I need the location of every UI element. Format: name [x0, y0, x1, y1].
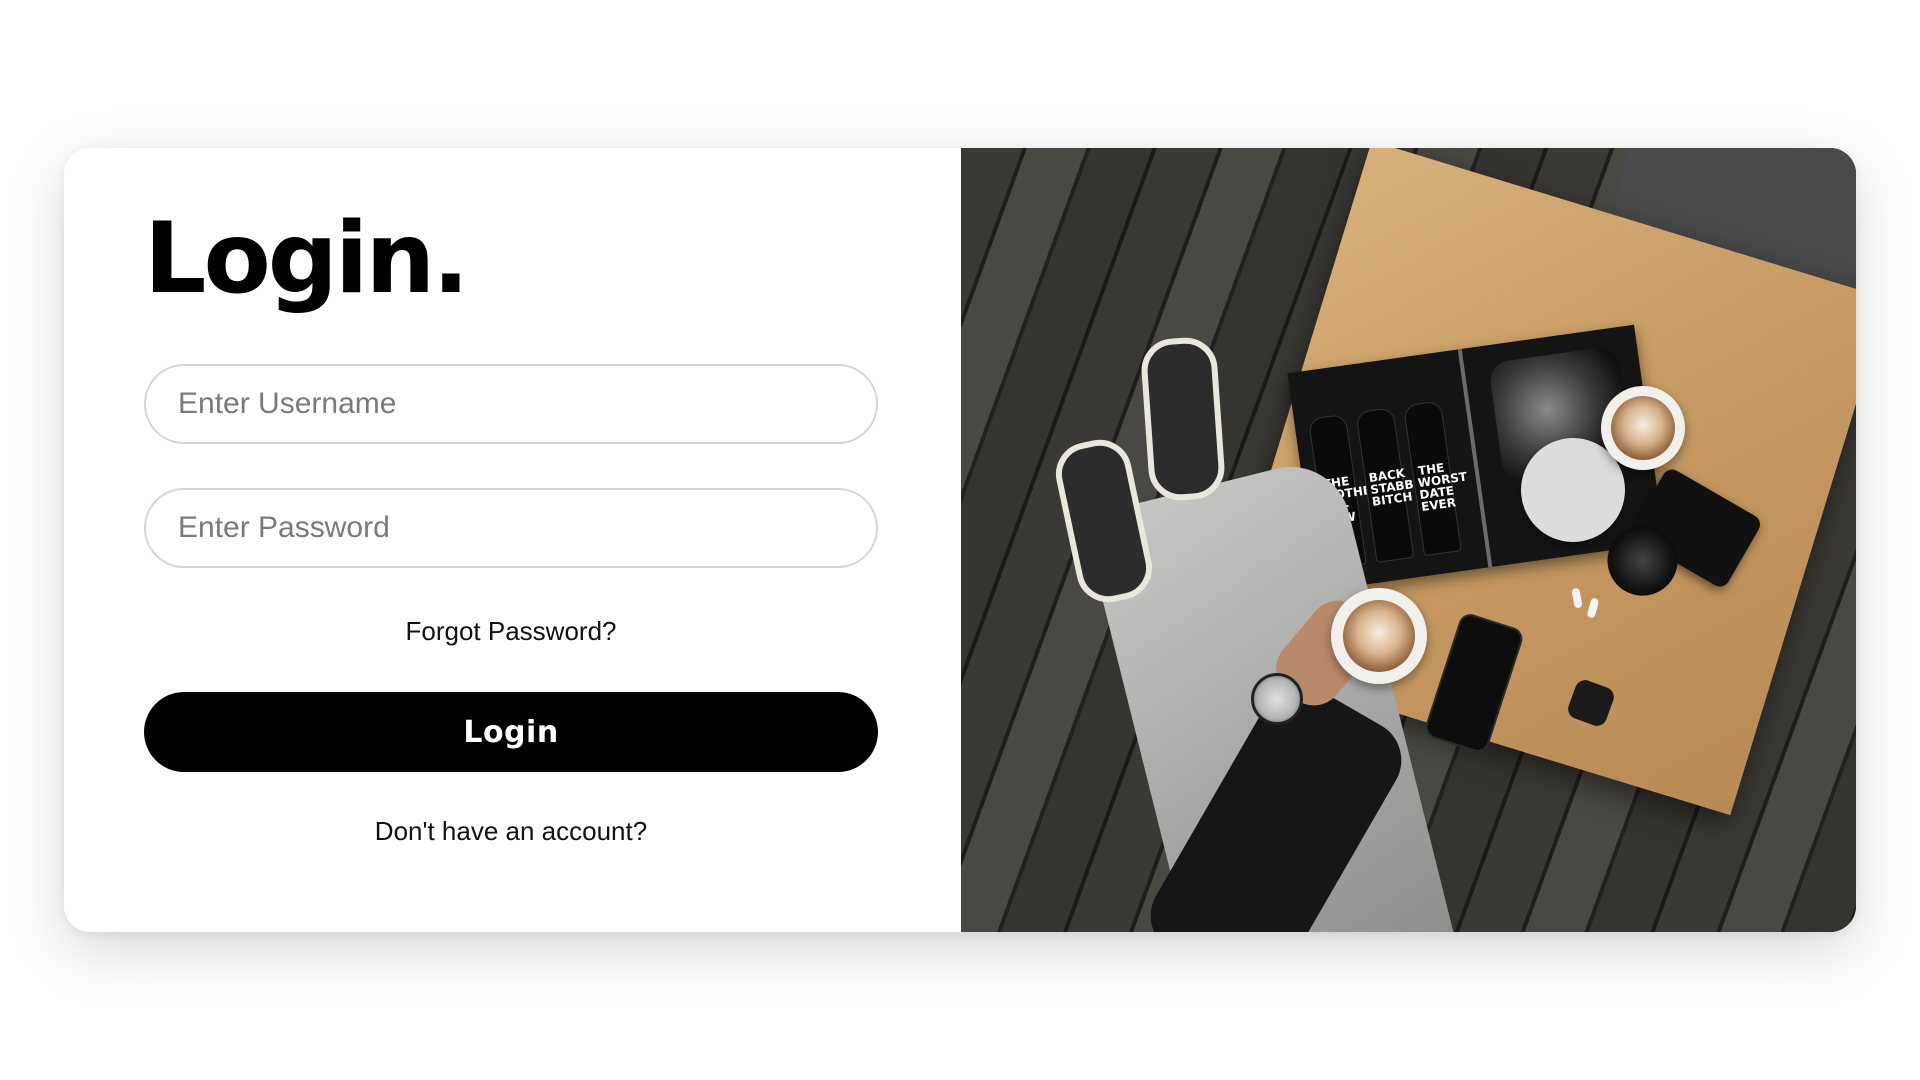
latte-art	[1343, 600, 1415, 672]
login-form: Login. Forgot Password? Login Don't have…	[64, 148, 961, 932]
signup-link[interactable]: Don't have an account?	[144, 816, 878, 847]
sneaker	[1139, 335, 1227, 503]
magazine-text: THE WORST DATE EVER	[1416, 460, 1468, 515]
hero-image: THE MOTHER IN-LAW BACK STABBING BITCH TH…	[961, 148, 1856, 932]
page-title: Login.	[144, 202, 470, 316]
login-card: Login. Forgot Password? Login Don't have…	[64, 148, 1856, 932]
magazine-text: BACK STABBING BITCH	[1367, 466, 1439, 509]
wristwatch	[1251, 673, 1303, 725]
latte-art	[1611, 396, 1675, 460]
username-input[interactable]	[144, 364, 878, 444]
page: Login. Forgot Password? Login Don't have…	[0, 0, 1920, 1080]
coffee-cup	[1601, 386, 1685, 470]
magazine-spine	[1457, 348, 1493, 568]
forgot-password-link[interactable]: Forgot Password?	[144, 616, 878, 647]
coffee-cup	[1331, 588, 1427, 684]
password-input[interactable]	[144, 488, 878, 568]
login-button[interactable]: Login	[144, 692, 878, 772]
